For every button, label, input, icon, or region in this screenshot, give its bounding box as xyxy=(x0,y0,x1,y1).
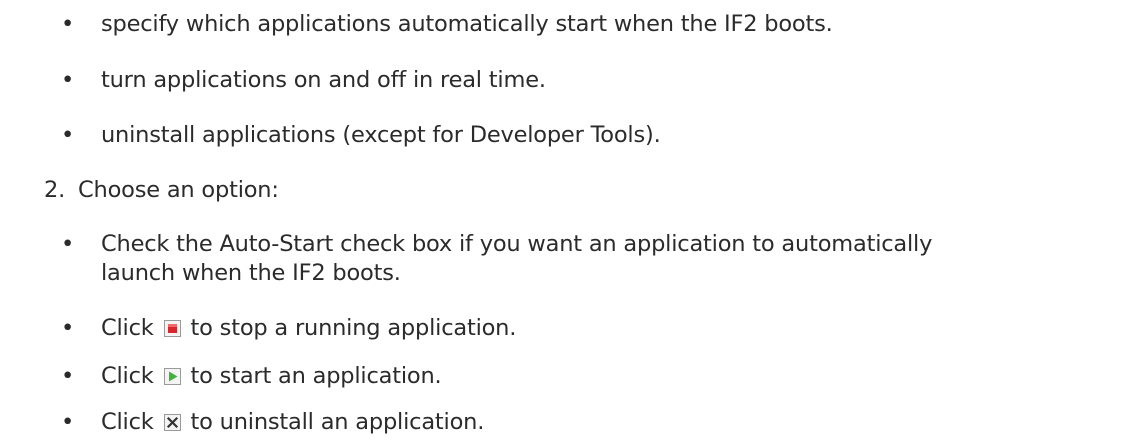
bullet-text: turn applications on and off in real tim… xyxy=(101,67,546,93)
bullet-glyph: • xyxy=(61,11,75,37)
list-item-continuation: launch when the IF2 boots. xyxy=(101,259,401,288)
list-item: • Check the Auto-Start check box if you … xyxy=(61,230,933,259)
bullet-glyph: • xyxy=(61,409,75,435)
bullet-text: specify which applications automatically… xyxy=(101,11,833,37)
list-item: • Click to stop a running application. xyxy=(61,314,516,343)
click-word: Click xyxy=(101,315,154,341)
list-item: • Click to start an application. xyxy=(61,362,442,391)
bullet-text: uninstall applications (except for Devel… xyxy=(101,122,661,148)
action-text: to uninstall an application. xyxy=(190,409,485,435)
click-word: Click xyxy=(101,409,154,435)
bullet-glyph: • xyxy=(61,315,75,341)
step-number: 2. xyxy=(44,177,66,203)
document-page: • specify which applications automatical… xyxy=(0,0,1148,445)
bullet-text: Click to start an application. xyxy=(101,362,442,391)
play-icon xyxy=(163,368,181,385)
bullet-text: Check the Auto-Start check box if you wa… xyxy=(101,231,933,257)
action-text: to start an application. xyxy=(190,363,442,389)
bullet-glyph: • xyxy=(61,67,75,93)
list-item: • turn applications on and off in real t… xyxy=(61,66,546,95)
bullet-text: launch when the IF2 boots. xyxy=(101,260,401,286)
action-text: to stop a running application. xyxy=(190,315,517,341)
click-word: Click xyxy=(101,363,154,389)
list-item: • Click to uninstall an application. xyxy=(61,408,484,437)
uninstall-icon xyxy=(163,414,181,431)
bullet-text: Click to uninstall an application. xyxy=(101,408,484,437)
step-text: Choose an option: xyxy=(78,177,279,203)
bullet-glyph: • xyxy=(61,122,75,148)
bullet-glyph: • xyxy=(61,363,75,389)
stop-icon xyxy=(163,320,181,337)
bullet-text: Click to stop a running application. xyxy=(101,314,516,343)
bullet-glyph: • xyxy=(61,231,75,257)
list-item: • specify which applications automatical… xyxy=(61,10,833,39)
list-item: • uninstall applications (except for Dev… xyxy=(61,121,661,150)
